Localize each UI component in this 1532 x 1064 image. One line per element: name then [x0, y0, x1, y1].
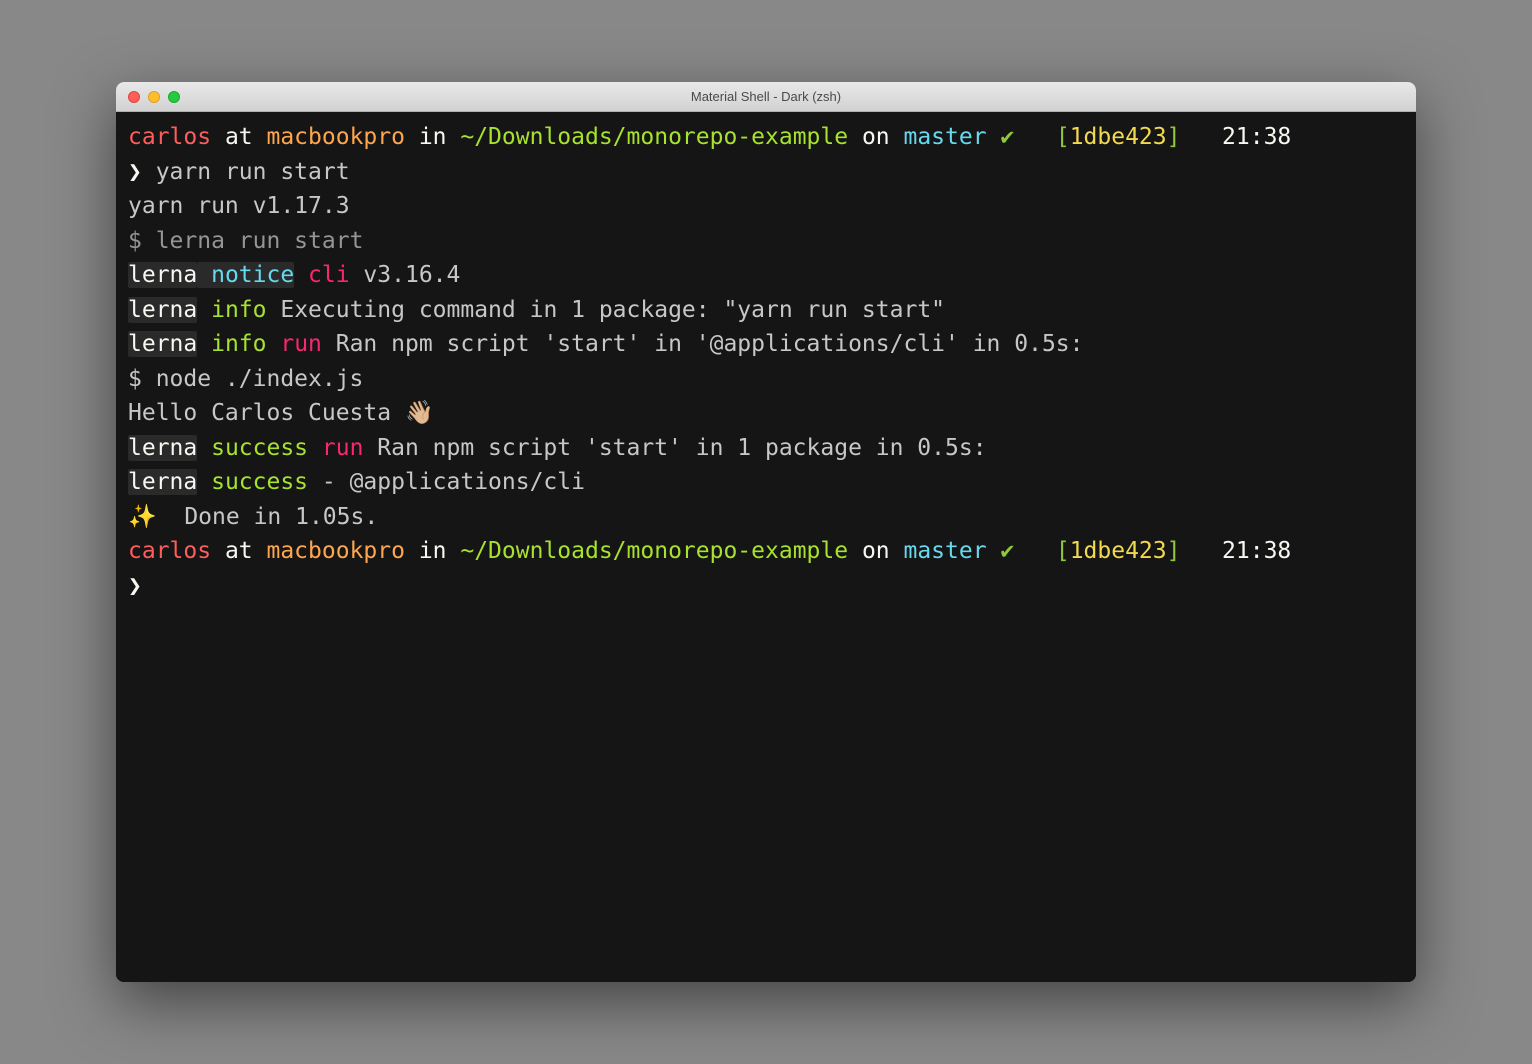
prompt-path: ~/Downloads/monorepo-example [460, 538, 848, 564]
minimize-icon[interactable] [148, 91, 160, 103]
output-text: Ran npm script 'start' in 1 package in 0… [363, 435, 986, 461]
prompt-separator: at [211, 124, 266, 150]
prompt-commit: 1dbe423 [1070, 124, 1167, 150]
lerna-label: lerna [128, 435, 197, 461]
command-line[interactable]: ❯ [128, 569, 1404, 604]
prompt-separator: in [405, 538, 460, 564]
prompt-host: macbookpro [266, 538, 404, 564]
close-icon[interactable] [128, 91, 140, 103]
window-title: Material Shell - Dark (zsh) [116, 89, 1416, 104]
output-text: Executing command in 1 package: "yarn ru… [267, 297, 946, 323]
check-icon: ✔ [987, 124, 1015, 150]
success-label: success [197, 435, 308, 461]
output-line: lerna success run Ran npm script 'start'… [128, 431, 1404, 466]
terminal-window: Material Shell - Dark (zsh) carlos at ma… [116, 82, 1416, 982]
command-line: ❯ yarn run start [128, 155, 1404, 190]
run-label: run [267, 331, 322, 357]
cli-label: cli [294, 262, 349, 288]
prompt-host: macbookpro [266, 124, 404, 150]
output-line: lerna info Executing command in 1 packag… [128, 293, 1404, 328]
prompt-separator: at [211, 538, 266, 564]
prompt-commit: 1dbe423 [1070, 538, 1167, 564]
prompt-line: carlos at macbookpro in ~/Downloads/mono… [128, 120, 1404, 155]
window-controls [116, 91, 180, 103]
output-line: ✨ Done in 1.05s. [128, 500, 1404, 535]
command-text: yarn run start [156, 159, 350, 185]
prompt-line: carlos at macbookpro in ~/Downloads/mono… [128, 534, 1404, 569]
output-text: - @applications/cli [308, 469, 585, 495]
output-text: v3.16.4 [350, 262, 461, 288]
output-line: lerna notice cli v3.16.4 [128, 258, 1404, 293]
bracket: [ [1056, 538, 1070, 564]
dollar-sign: $ [128, 228, 156, 254]
spacer [1180, 538, 1222, 564]
output-text: Ran npm script 'start' in '@applications… [322, 331, 1084, 357]
run-label: run [308, 435, 363, 461]
notice-label: notice [197, 262, 294, 288]
prompt-user: carlos [128, 538, 211, 564]
lerna-label: lerna [128, 262, 197, 288]
titlebar[interactable]: Material Shell - Dark (zsh) [116, 82, 1416, 112]
bracket: ] [1167, 538, 1181, 564]
output-line: lerna info run Ran npm script 'start' in… [128, 327, 1404, 362]
output-line: $ node ./index.js [128, 362, 1404, 397]
terminal-body[interactable]: carlos at macbookpro in ~/Downloads/mono… [116, 112, 1416, 982]
info-label: info [197, 297, 266, 323]
lerna-label: lerna [128, 331, 197, 357]
spacer [1014, 538, 1056, 564]
prompt-caret: ❯ [128, 159, 156, 185]
prompt-caret: ❯ [128, 573, 142, 599]
check-icon: ✔ [987, 538, 1015, 564]
prompt-separator: in [405, 124, 460, 150]
prompt-user: carlos [128, 124, 211, 150]
prompt-time: 21:38 [1222, 124, 1291, 150]
spacer [1180, 124, 1222, 150]
prompt-path: ~/Downloads/monorepo-example [460, 124, 848, 150]
lerna-label: lerna [128, 469, 197, 495]
prompt-branch: master [903, 124, 986, 150]
bracket: ] [1167, 124, 1181, 150]
output-line: lerna success - @applications/cli [128, 465, 1404, 500]
maximize-icon[interactable] [168, 91, 180, 103]
output-line: yarn run v1.17.3 [128, 189, 1404, 224]
prompt-separator: on [848, 124, 903, 150]
prompt-time: 21:38 [1222, 538, 1291, 564]
info-label: info [197, 331, 266, 357]
lerna-label: lerna [128, 297, 197, 323]
output-line: $ lerna run start [128, 224, 1404, 259]
success-label: success [197, 469, 308, 495]
output-line: Hello Carlos Cuesta 👋🏼 [128, 396, 1404, 431]
output-text: lerna run start [156, 228, 364, 254]
spacer [1014, 124, 1056, 150]
bracket: [ [1056, 124, 1070, 150]
prompt-separator: on [848, 538, 903, 564]
prompt-branch: master [903, 538, 986, 564]
